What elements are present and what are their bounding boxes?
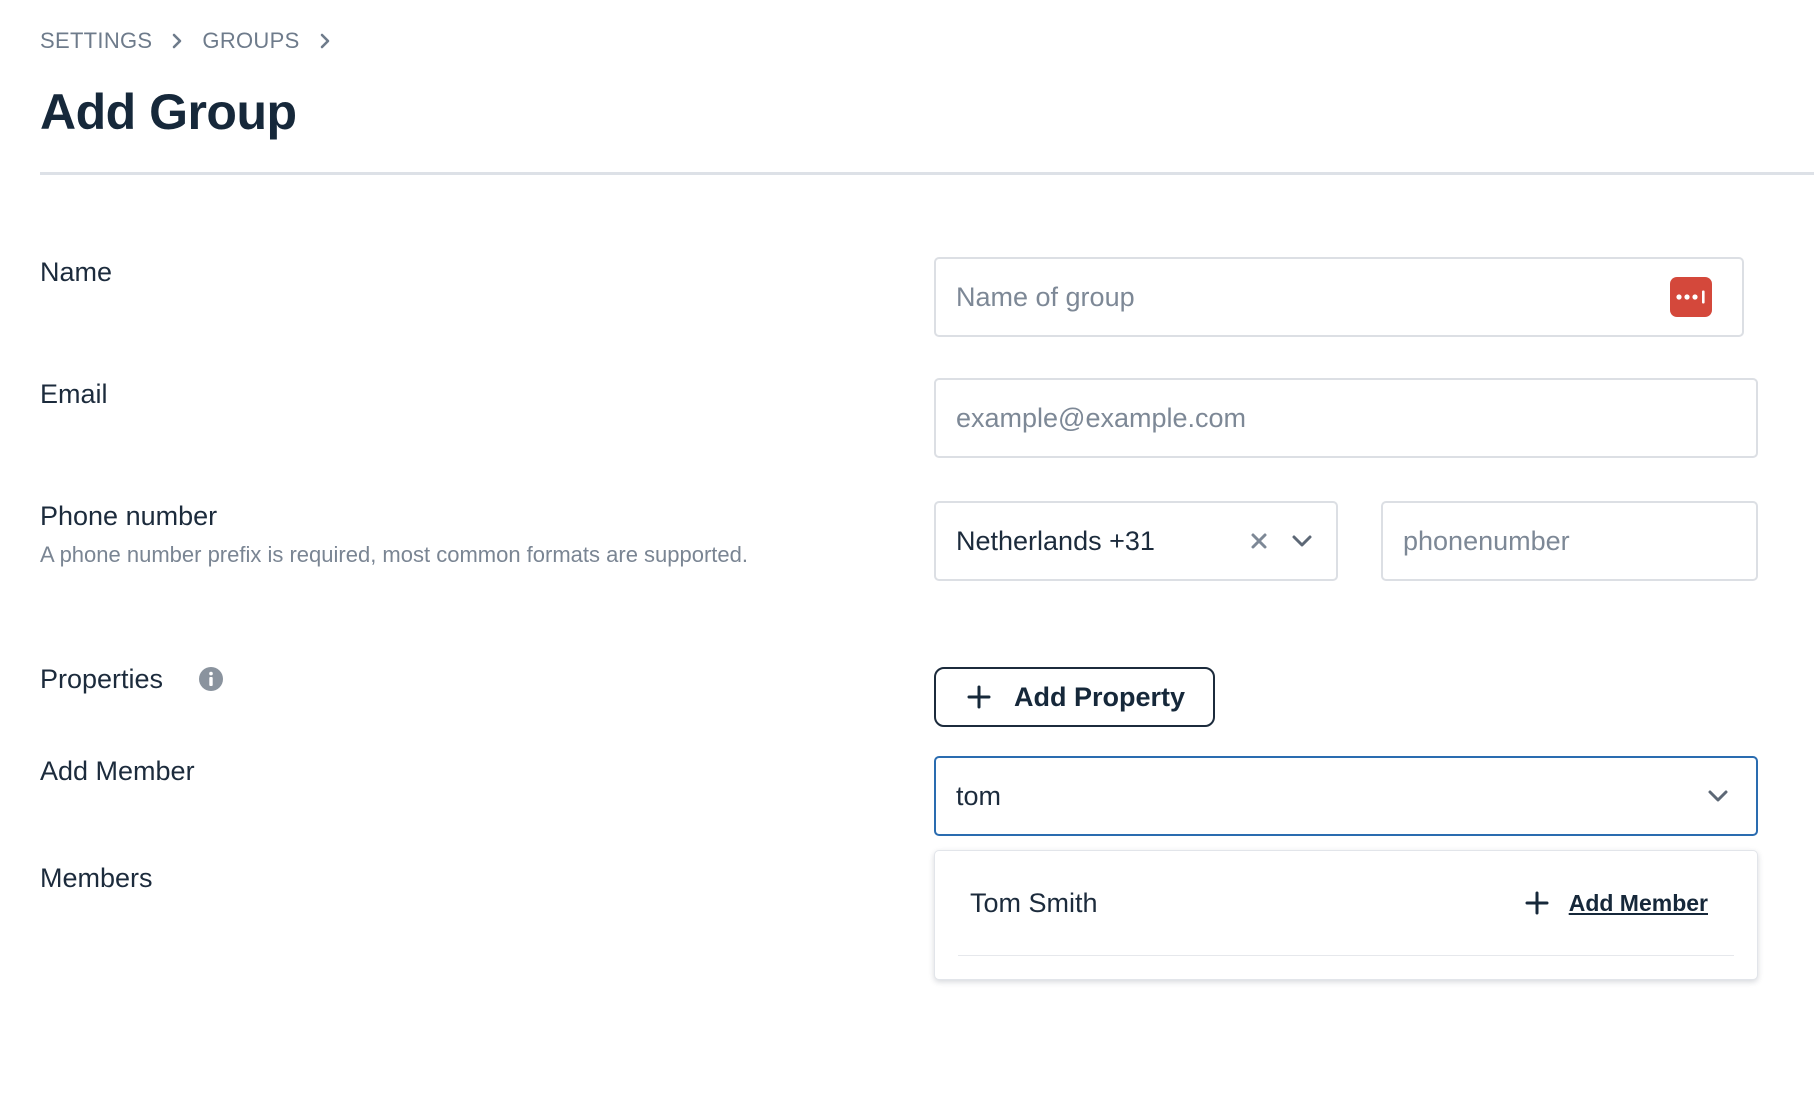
- chevron-right-icon: [166, 30, 188, 52]
- add-member-label: Add Member: [40, 756, 195, 786]
- country-code-select[interactable]: Netherlands +31: [934, 501, 1338, 581]
- member-search-dropdown: Tom Smith Add Member: [934, 850, 1758, 980]
- phone-number-input[interactable]: [1383, 503, 1756, 579]
- phone-number-field: [1381, 501, 1758, 581]
- page-title: Add Group: [40, 84, 297, 140]
- name-input[interactable]: [936, 259, 1670, 335]
- chevron-right-icon: [314, 30, 336, 52]
- chevron-down-icon[interactable]: [1704, 782, 1732, 810]
- email-input[interactable]: [936, 380, 1756, 456]
- email-label: Email: [40, 379, 108, 409]
- member-option-name: Tom Smith: [970, 887, 1098, 918]
- properties-label: Properties: [40, 664, 164, 694]
- add-member-button[interactable]: Add Member: [1525, 890, 1708, 917]
- header-divider: [40, 172, 1814, 175]
- phone-hint: A phone number prefix is required, most …: [40, 542, 749, 567]
- plus-icon: [1525, 891, 1549, 915]
- name-field: [934, 257, 1744, 337]
- breadcrumb: SETTINGS GROUPS: [40, 28, 350, 54]
- list-item: Tom Smith Add Member: [958, 851, 1734, 956]
- country-code-value: Netherlands +31: [956, 525, 1155, 556]
- chevron-down-icon[interactable]: [1288, 527, 1316, 555]
- add-property-button[interactable]: Add Property: [934, 667, 1215, 727]
- phone-label: Phone number: [40, 501, 218, 531]
- members-label: Members: [40, 863, 153, 893]
- email-field: [934, 378, 1758, 458]
- info-icon[interactable]: [198, 666, 224, 692]
- password-manager-icon[interactable]: [1670, 277, 1712, 317]
- breadcrumb-settings[interactable]: SETTINGS: [40, 28, 152, 54]
- plus-icon: [967, 685, 991, 709]
- close-icon[interactable]: [1248, 530, 1270, 552]
- name-label: Name: [40, 257, 113, 287]
- member-search-input[interactable]: [936, 758, 1704, 834]
- breadcrumb-groups[interactable]: GROUPS: [202, 28, 299, 54]
- add-member-link-label: Add Member: [1568, 889, 1708, 916]
- add-property-label: Add Property: [1014, 681, 1186, 712]
- member-search-combobox: [934, 756, 1758, 836]
